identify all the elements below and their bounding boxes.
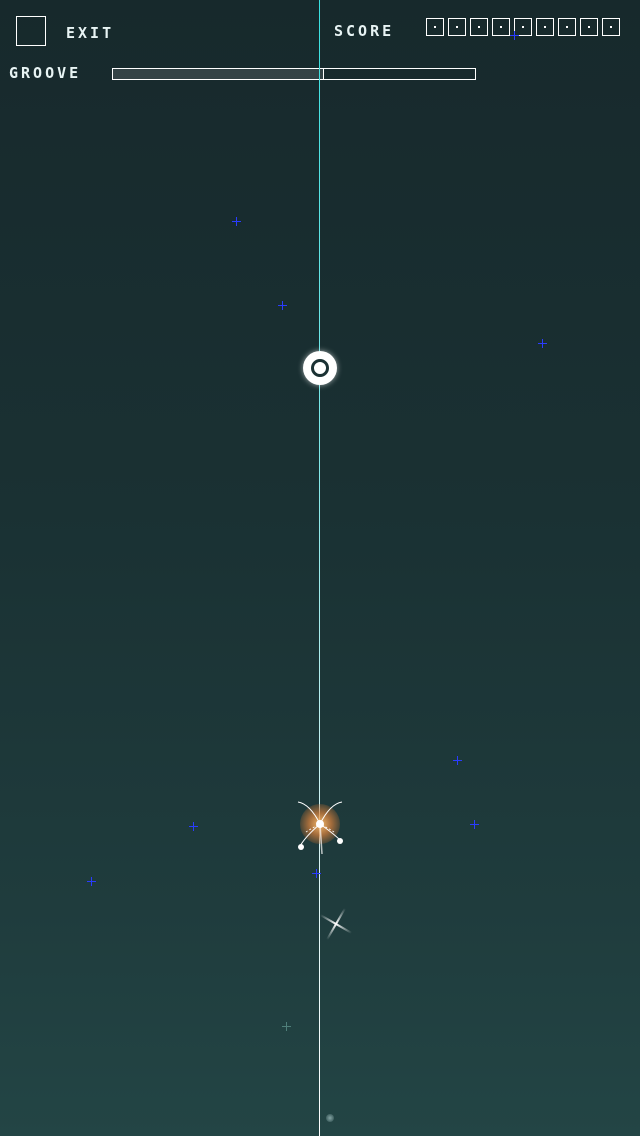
plus-star-icon [470, 820, 479, 829]
score-digit: · [492, 18, 510, 36]
groove-meter-marker [323, 69, 324, 79]
plus-star-icon [278, 301, 287, 310]
score-digit: · [470, 18, 488, 36]
player-ship[interactable] [292, 796, 348, 856]
score-display: · · · · · · · · · [426, 18, 620, 36]
plus-star-icon [538, 339, 547, 348]
score-digit: · [580, 18, 598, 36]
score-digit: · [536, 18, 554, 36]
ring-target-icon[interactable] [303, 351, 337, 385]
plus-star-icon [312, 869, 321, 878]
score-digit: · [558, 18, 576, 36]
sparkle-icon [326, 1114, 334, 1122]
plus-star-icon [510, 31, 519, 40]
sparkle-icon [318, 906, 354, 942]
plus-star-icon [189, 822, 198, 831]
groove-meter [112, 68, 476, 80]
plus-star-icon [232, 217, 241, 226]
score-digit: · [602, 18, 620, 36]
score-digit: · [426, 18, 444, 36]
plus-star-icon [453, 756, 462, 765]
score-label: SCORE [334, 22, 395, 40]
ship-core [316, 820, 324, 828]
groove-label: GROOVE [9, 64, 82, 82]
plus-star-icon [282, 1022, 291, 1031]
groove-meter-fill [113, 69, 323, 79]
exit-label[interactable]: EXIT [66, 24, 114, 42]
exit-button[interactable] [16, 16, 46, 46]
score-digit: · [448, 18, 466, 36]
plus-star-icon [87, 877, 96, 886]
track-rail [319, 0, 320, 1136]
